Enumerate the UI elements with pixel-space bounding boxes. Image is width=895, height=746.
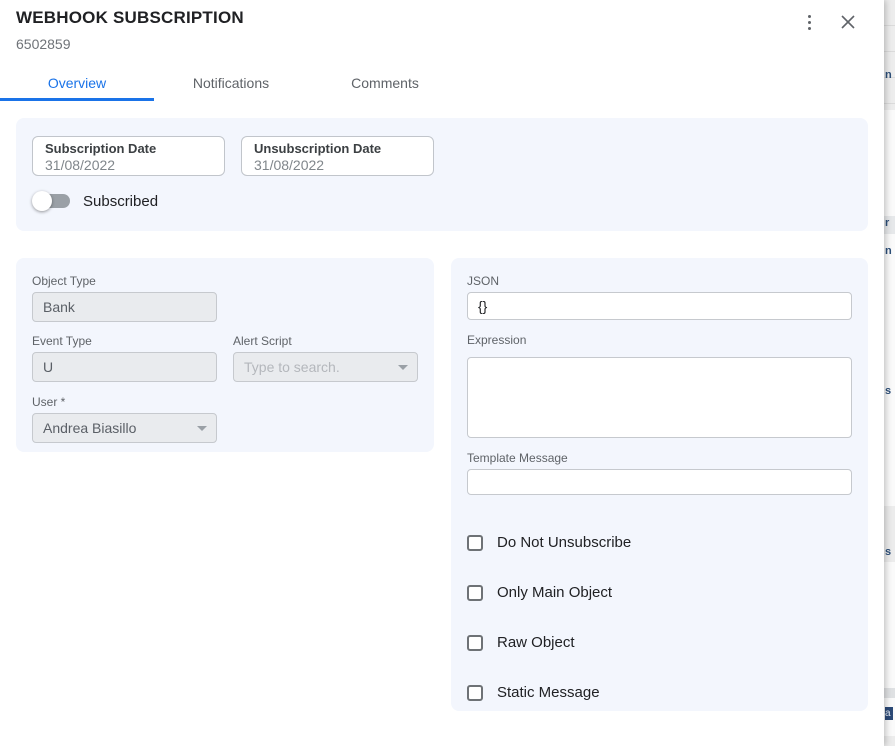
subscribed-toggle[interactable] [32,191,72,211]
expression-label: Expression [467,333,852,347]
event-type-field: U [32,352,217,382]
subscribed-toggle-label: Subscribed [83,193,158,210]
unsubscription-date-value: 31/08/2022 [254,157,421,173]
background-text-fragment: r [885,218,895,229]
background-text-fragment: n [885,246,895,257]
active-tab-indicator [0,98,154,101]
checkbox-label: Raw Object [497,635,575,651]
tab-notifications[interactable]: Notifications [154,64,308,101]
raw-object-checkbox[interactable] [467,635,483,651]
chevron-down-icon [398,365,408,370]
tab-overview[interactable]: Overview [0,64,154,101]
json-field[interactable]: {} [467,292,852,320]
template-message-input[interactable] [467,469,852,495]
page-title: WEBHOOK SUBSCRIPTION [16,8,244,28]
alert-script-placeholder: Type to search. [244,359,340,375]
event-type-group: Event Type U [32,334,217,382]
static-message-row: Static Message [467,685,852,701]
subscription-date-value: 31/08/2022 [45,157,212,173]
tab-label: Overview [48,75,106,91]
tab-comments[interactable]: Comments [308,64,462,101]
close-button[interactable] [837,11,859,33]
tab-label: Notifications [193,75,269,91]
checkbox-label: Only Main Object [497,585,612,601]
static-message-checkbox[interactable] [467,685,483,701]
only-main-object-checkbox[interactable] [467,585,483,601]
webhook-subscription-modal: WEBHOOK SUBSCRIPTION 6502859 Overview No… [0,0,884,746]
background-band [884,736,895,746]
toggle-thumb [32,191,52,211]
background-text-fragment: s [885,386,895,397]
kebab-menu-icon [808,15,811,18]
background-text-fragment: s [885,547,895,558]
subscription-date-label: Subscription Date [45,140,212,157]
expression-textarea[interactable] [467,357,852,438]
do-not-unsubscribe-row: Do Not Unsubscribe [467,535,852,551]
kebab-menu-icon [808,21,811,24]
background-text-fragment: a [885,707,893,720]
background-band [884,688,895,698]
checkbox-label: Do Not Unsubscribe [497,535,631,551]
background-page-strip [884,0,895,746]
alert-script-group: Alert Script Type to search. [233,334,418,382]
user-dropdown[interactable]: Andrea Biasillo [32,413,217,443]
object-type-field: Bank [32,292,217,322]
date-fields-row: Subscription Date 31/08/2022 Unsubscript… [32,136,852,176]
subscription-panel: Subscription Date 31/08/2022 Unsubscript… [16,118,868,231]
tab-bar: Overview Notifications Comments [0,64,884,101]
unsubscription-date-field[interactable]: Unsubscription Date 31/08/2022 [241,136,434,176]
tab-label: Comments [351,75,419,91]
message-panel: JSON {} Expression Template Message Do N… [451,258,868,711]
more-options-button[interactable] [798,10,820,34]
event-alert-row: Event Type U Alert Script Type to search… [32,334,418,382]
user-value: Andrea Biasillo [43,420,136,436]
background-table-rows [884,0,895,110]
user-label: User * [32,395,418,409]
chevron-down-icon [197,426,207,431]
checkbox-list: Do Not Unsubscribe Only Main Object Raw … [467,535,852,701]
checkbox-label: Static Message [497,685,600,701]
alert-script-label: Alert Script [233,334,418,348]
event-type-label: Event Type [32,334,217,348]
template-message-label: Template Message [467,451,852,465]
json-label: JSON [467,274,852,288]
unsubscription-date-label: Unsubscription Date [254,140,421,157]
close-icon [840,14,856,30]
record-id: 6502859 [16,36,71,52]
only-main-object-row: Only Main Object [467,585,852,601]
background-text-fragment: n [885,70,895,81]
raw-object-row: Raw Object [467,635,852,651]
details-panel: Object Type Bank Event Type U Alert Scri… [16,258,434,452]
alert-script-dropdown[interactable]: Type to search. [233,352,418,382]
kebab-menu-icon [808,27,811,30]
object-type-label: Object Type [32,274,418,288]
do-not-unsubscribe-checkbox[interactable] [467,535,483,551]
subscribed-toggle-row: Subscribed [32,190,852,212]
subscription-date-field[interactable]: Subscription Date 31/08/2022 [32,136,225,176]
